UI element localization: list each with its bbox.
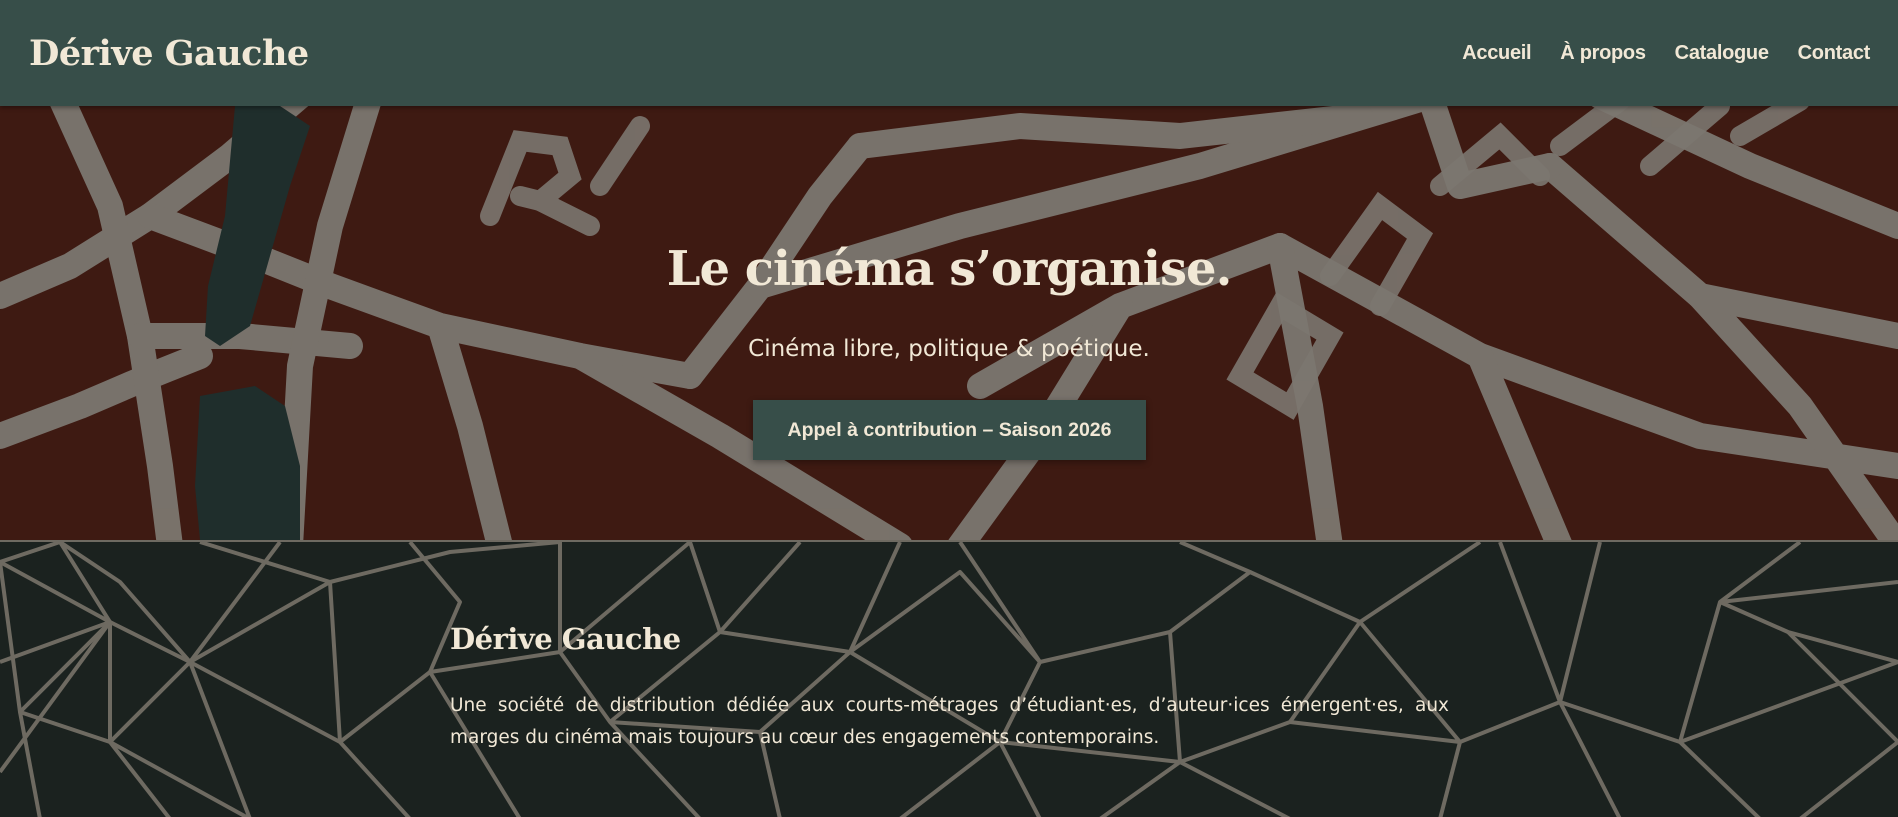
triangle-mesh-background	[0, 542, 1898, 817]
hero-subtitle: Cinéma libre, politique & poétique.	[748, 336, 1150, 362]
call-for-contributions-button[interactable]: Appel à contribution – Saison 2026	[753, 400, 1146, 460]
site-logo[interactable]: Dérive Gauche	[29, 33, 309, 74]
about-title: Dérive Gauche	[450, 622, 681, 656]
nav-link-contact[interactable]: Contact	[1798, 42, 1871, 65]
hero-section: Le cinéma s’organise. Cinéma libre, poli…	[0, 106, 1898, 540]
nav-link-catalogue[interactable]: Catalogue	[1675, 42, 1769, 65]
main-nav: Accueil À propos Catalogue Contact	[1462, 42, 1870, 65]
nav-link-a-propos[interactable]: À propos	[1560, 42, 1646, 65]
hero-content: Le cinéma s’organise. Cinéma libre, poli…	[0, 106, 1898, 540]
about-section: Dérive Gauche Une société de distributio…	[0, 540, 1898, 817]
about-description: Une société de distribution dédiée aux c…	[450, 695, 1449, 748]
nav-link-accueil[interactable]: Accueil	[1462, 42, 1531, 65]
hero-title: Le cinéma s’organise.	[666, 241, 1233, 297]
site-header: Dérive Gauche Accueil À propos Catalogue…	[0, 0, 1898, 106]
